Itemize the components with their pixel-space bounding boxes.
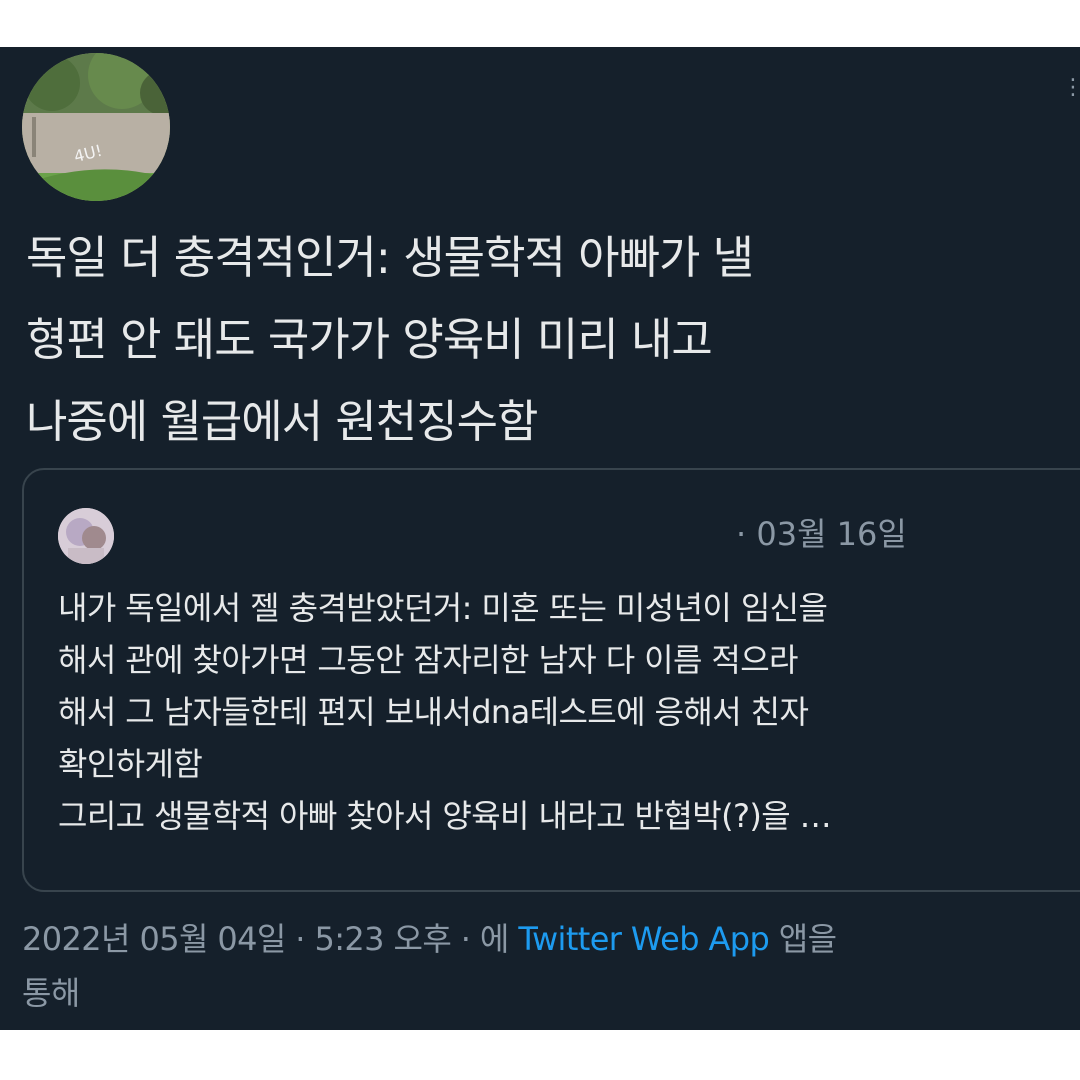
source-app-link[interactable]: Twitter Web App xyxy=(518,920,769,958)
tweet-metadata: 2022년 05월 04일 · 5:23 오후 · 에 Twitter Web … xyxy=(22,912,1080,1020)
quote-text-line: 해서 관에 찾아가면 그동안 잠자리한 남자 다 이름 적으라 xyxy=(58,641,799,679)
more-vertical-icon[interactable]: ⋮ xyxy=(1062,77,1080,137)
quote-text: 내가 독일에서 젤 충격받았던거: 미혼 또는 미성년이 임신을 해서 관에 찾… xyxy=(58,582,1080,842)
quote-avatar-image xyxy=(58,508,114,564)
tweet-text-line: 독일 더 충격적인거: 생물학적 아빠가 낼 xyxy=(26,231,754,284)
tweet-text-line: 형편 안 돼도 국가가 양육비 미리 내고 xyxy=(26,313,713,366)
tweet-panel: 4U! ⋮ 독일 더 충격적인거: 생물학적 아빠가 낼 형편 안 돼도 국가가… xyxy=(0,47,1080,1030)
source-suffix-line2: 통해 xyxy=(22,974,80,1012)
quote-text-line: 해서 그 남자들한테 편지 보내서dna테스트에 응해서 친자 xyxy=(58,693,809,731)
quote-date: · 03월 16일 xyxy=(736,515,907,553)
quoted-tweet[interactable]: · 03월 16일 내가 독일에서 젤 충격받았던거: 미혼 또는 미성년이 임… xyxy=(22,468,1080,892)
source-suffix: 앱을 xyxy=(778,920,837,958)
avatar[interactable]: 4U! xyxy=(22,53,170,201)
tweet-text-line: 나중에 월급에서 원천징수함 xyxy=(26,395,538,448)
tweet-text: 독일 더 충격적인거: 생물학적 아빠가 낼 형편 안 돼도 국가가 양육비 미… xyxy=(26,217,1066,463)
quote-avatar[interactable] xyxy=(58,508,114,564)
quote-text-line: 확인하게함 xyxy=(58,745,203,783)
avatar-photo: 4U! xyxy=(22,53,170,201)
quote-text-line: 그리고 생물학적 아빠 찾아서 양육비 내라고 반협박(?)을 … xyxy=(58,797,832,835)
tweet-timestamp[interactable]: 2022년 05월 04일 · 5:23 오후 · 에 xyxy=(22,920,509,958)
quote-text-line: 내가 독일에서 젤 충격받았던거: 미혼 또는 미성년이 임신을 xyxy=(58,589,828,627)
